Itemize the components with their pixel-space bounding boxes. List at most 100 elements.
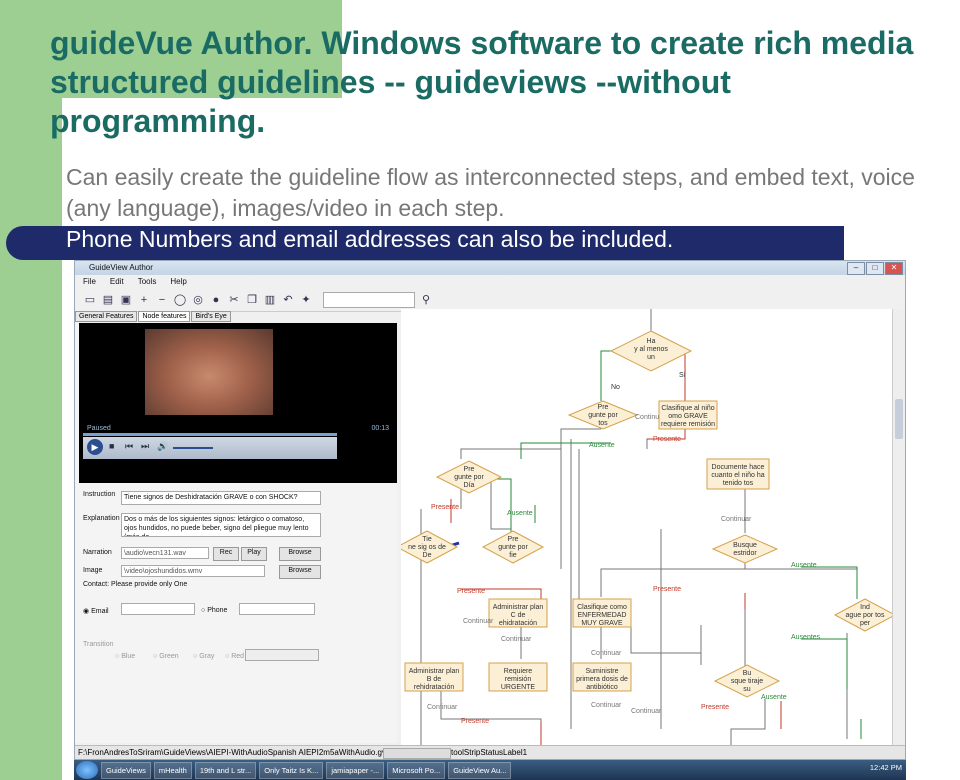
node-administrar-c[interactable]: Administrar plan C de ehidratación (488, 598, 548, 628)
node-text: su (743, 686, 751, 693)
rec-button[interactable]: Rec (213, 547, 239, 561)
phone-field[interactable] (239, 603, 315, 615)
node-text: cuanto el niño ha (711, 472, 764, 479)
open-folder-icon[interactable]: ▤ (101, 293, 115, 307)
canvas-scrollbar[interactable] (892, 309, 905, 745)
zoom-in-icon[interactable]: ◎ (191, 293, 205, 307)
remove-icon[interactable]: − (155, 293, 169, 307)
record-icon[interactable]: ● (209, 293, 223, 307)
node-text: ENFERMEDAD (577, 612, 626, 619)
tab-birds-eye[interactable]: Bird's Eye (191, 311, 231, 322)
menu-help[interactable]: Help (170, 275, 186, 289)
search-icon[interactable]: ⚲ (419, 293, 433, 307)
tab-node-features[interactable]: Node features (138, 311, 191, 322)
volume-icon[interactable]: 🔊 (157, 441, 168, 452)
status-label: toolStripStatusLabel1 (451, 748, 528, 757)
narration-field[interactable]: \audio\vecn131.wav (121, 547, 209, 559)
instruction-label: Instruction (83, 491, 116, 498)
radio-green[interactable]: ○ Green (153, 653, 179, 660)
node-text: remisión (505, 676, 532, 683)
node-text: gunte por (588, 412, 618, 419)
flow-diagram: Ha y al menos un Sí No Pre gunte por tos… (401, 309, 893, 745)
browse-image-button[interactable]: Browse (279, 565, 321, 579)
explanation-field[interactable]: Dos o más de los siguientes signos: letá… (121, 513, 321, 537)
phone-radio[interactable]: ○ Phone (201, 607, 227, 614)
node-ind-pregunte[interactable]: Ind ague por tos per (833, 598, 893, 632)
taskbar-item-taitz[interactable]: Only Taitz Is K... (259, 761, 324, 779)
play-icon[interactable]: ▶ (87, 439, 103, 455)
node-tie-signos[interactable]: Tie ne sig os de De (401, 530, 459, 564)
taskbar-item-mhealth[interactable]: mHealth (153, 761, 192, 779)
node-pregunte-tos[interactable]: Pre gunte por tos (567, 400, 639, 430)
node-busque-estridor[interactable]: Busque estridor (711, 534, 779, 564)
minimize-icon[interactable]: – (847, 262, 865, 275)
wand-icon[interactable]: ✦ (299, 293, 313, 307)
edge-label-ausente-3: Ausente (791, 562, 817, 569)
node-busque-tiraje[interactable]: Bu sque tiraje su (713, 664, 781, 698)
menu-file[interactable]: File (83, 275, 96, 289)
taskbar-item-powerpoint[interactable]: Microsoft Po... (387, 761, 446, 779)
taskbar-clock: 12:42 PM (869, 763, 902, 772)
edge-label-ausente-2: Ausente (507, 510, 533, 517)
edge-label-presente-6: Presente (701, 704, 729, 711)
node-text: sque tiraje (731, 678, 763, 685)
instruction-field[interactable]: Tiene signos de Deshidratación GRAVE o c… (121, 491, 321, 505)
scroll-thumb[interactable] (895, 399, 903, 439)
edge-label-continuar-7: Continuar (591, 702, 622, 709)
taskbar-item-guideviews[interactable]: GuideViews (101, 761, 151, 779)
email-field[interactable] (121, 603, 195, 615)
node-text: URGENTE (501, 684, 536, 691)
email-radio[interactable]: ◉ Email (83, 607, 109, 615)
video-progress-bar[interactable] (83, 433, 337, 436)
close-icon[interactable]: ✕ (885, 262, 903, 275)
taskbar-item-jamiapaper[interactable]: jamiapaper -... (326, 761, 385, 779)
volume-slider[interactable] (173, 447, 213, 449)
window-titlebar: GuideView Author – □ ✕ (75, 261, 905, 275)
flow-canvas[interactable]: Ha y al menos un Sí No Pre gunte por tos… (401, 309, 893, 745)
video-player[interactable]: Paused 00:13 ▶ ■ ⏮ ⏭ 🔊 (79, 323, 397, 483)
add-icon[interactable]: + (137, 293, 151, 307)
edge-label-presente-4: Presente (457, 588, 485, 595)
image-field[interactable]: \video\ojoshundidos.wmv (121, 565, 265, 577)
node-pregunte-fie[interactable]: Pre gunte por fie (481, 530, 545, 564)
node-text: MUY GRAVE (581, 620, 623, 627)
taskbar-item-guideview-author[interactable]: GuideView Au... (448, 761, 512, 779)
cut-icon[interactable]: ✂ (227, 293, 241, 307)
radio-gray[interactable]: ○ Gray (193, 653, 214, 660)
stop-icon[interactable]: ■ (109, 441, 114, 451)
gray-label: Gray (199, 653, 215, 660)
status-progress (383, 748, 451, 759)
new-file-icon[interactable]: ▭ (83, 293, 97, 307)
radio-red[interactable]: ○ Red (225, 653, 244, 660)
browse-narration-button[interactable]: Browse (279, 547, 321, 561)
maximize-icon[interactable]: □ (866, 262, 884, 275)
edge-label-presente-2: Presente (431, 504, 459, 511)
video-frame (145, 329, 273, 415)
paste-icon[interactable]: ▥ (263, 293, 277, 307)
zoom-out-icon[interactable]: ◯ (173, 293, 187, 307)
node-ha-al-menos[interactable]: Ha y al menos un (609, 330, 693, 372)
radio-blue[interactable]: ○ Blue (115, 653, 135, 660)
node-administrar-b[interactable]: Administrar plan B de rehidratación (404, 662, 464, 692)
taskbar-item-19th[interactable]: 19th and L str... (194, 761, 257, 779)
edge-label-no: No (611, 384, 620, 391)
windows-taskbar: GuideViews mHealth 19th and L str... Onl… (74, 760, 906, 780)
tab-general-features[interactable]: General Features (75, 311, 138, 322)
menu-tools[interactable]: Tools (138, 275, 157, 289)
node-suministre[interactable]: Suministre primera dosis de antibiótico (572, 662, 632, 692)
explanation-label: Explanation (83, 515, 120, 522)
copy-icon[interactable]: ❐ (245, 293, 259, 307)
previous-icon[interactable]: ⏮ (125, 441, 133, 452)
menu-edit[interactable]: Edit (110, 275, 124, 289)
node-clasifique-muy-grave[interactable]: Clasifique como ENFERMEDAD MUY GRAVE (572, 598, 632, 628)
save-icon[interactable]: ▣ (119, 293, 133, 307)
transition-field[interactable] (245, 649, 319, 661)
node-requiere-remision[interactable]: Requiere remisión URGENTE (488, 662, 548, 692)
node-documente[interactable]: Documente hace cuanto el niño ha tenido … (706, 458, 770, 490)
node-clasifique-grave[interactable]: Clasifique al niño omo GRAVE requiere re… (658, 400, 718, 430)
play-button[interactable]: Play (241, 547, 267, 561)
next-icon[interactable]: ⏭ (141, 441, 149, 452)
start-button-icon[interactable] (76, 761, 98, 779)
search-input[interactable] (323, 292, 415, 308)
undo-icon[interactable]: ↶ (281, 293, 295, 307)
